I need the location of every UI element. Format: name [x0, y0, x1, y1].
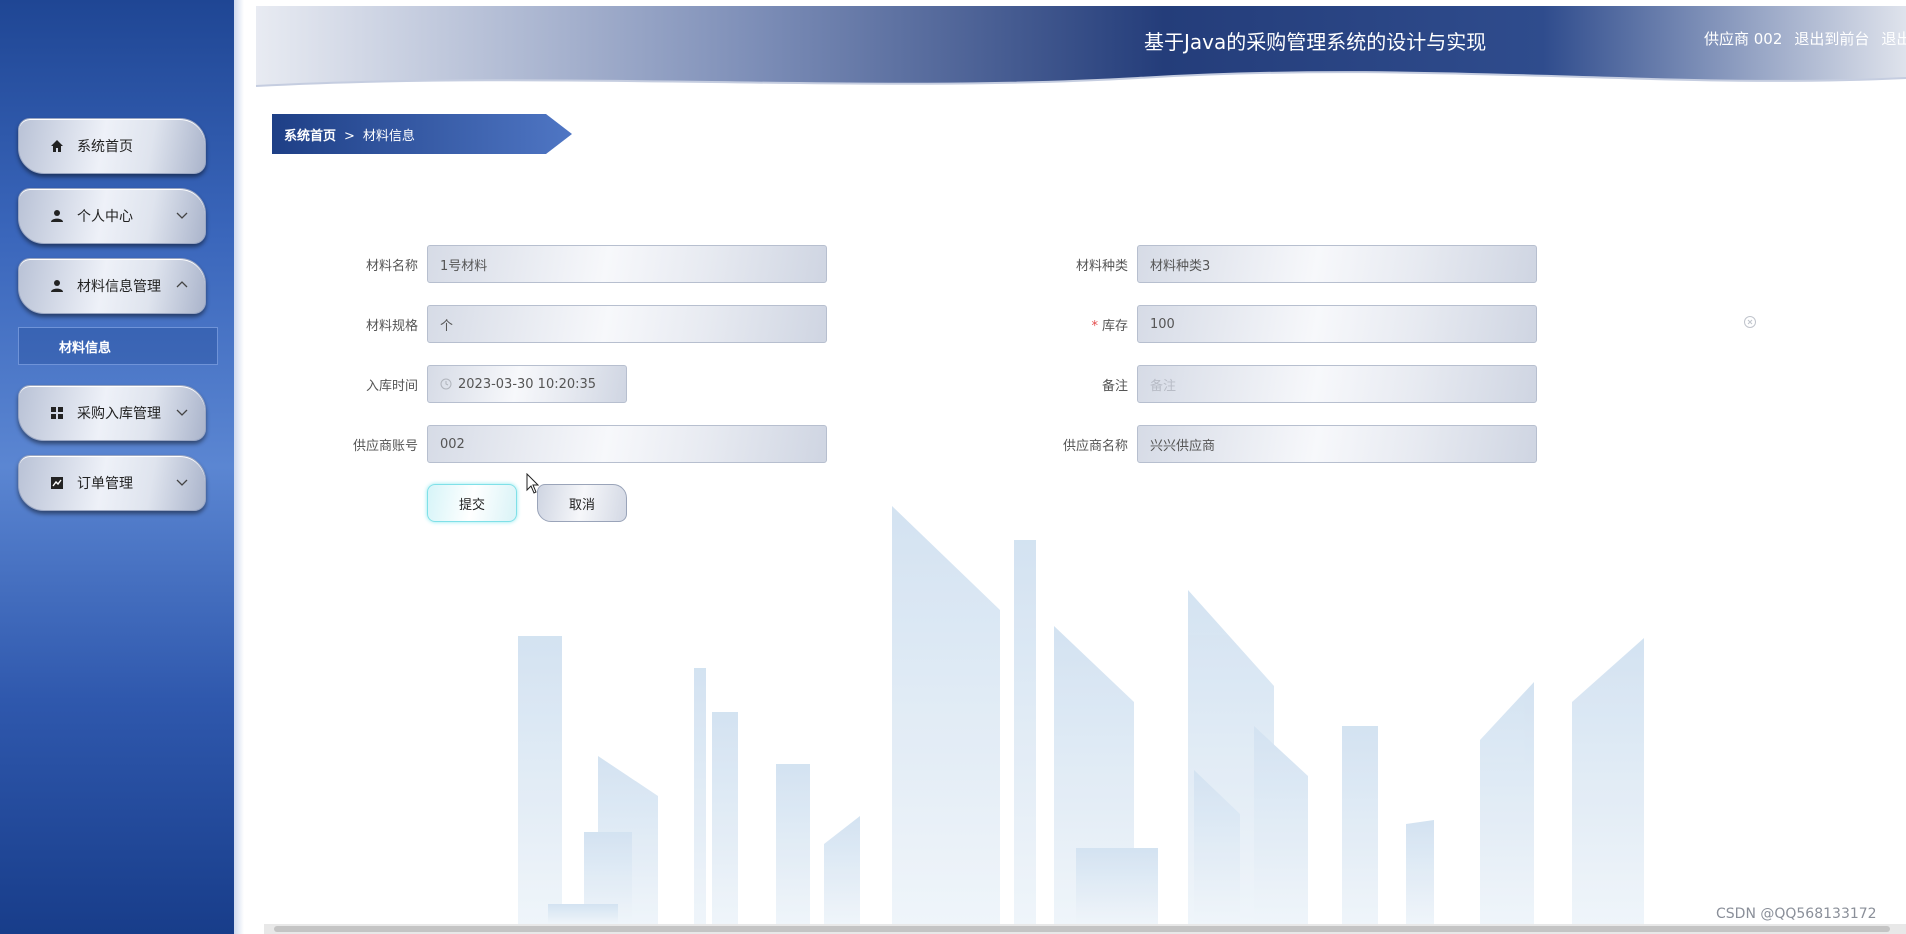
- remark-label: 备注: [1101, 379, 1128, 394]
- material-type-label: 材料种类: [1075, 259, 1128, 274]
- supplier-account-label: 供应商账号: [352, 439, 418, 454]
- required-mark: *: [1091, 319, 1098, 334]
- spec-input[interactable]: 个: [427, 305, 827, 343]
- clock-icon: [440, 378, 452, 390]
- skyline-background-illustration: [518, 506, 1644, 924]
- user-icon: [49, 278, 65, 294]
- sidebar-item-label: 系统首页: [77, 139, 133, 155]
- app-title: 基于Java的采购管理系统的设计与实现: [1144, 30, 1487, 54]
- remark-input[interactable]: 备注: [1137, 365, 1537, 403]
- sidebar: 系统首页 个人中心 材料信息管理 材料信息 采购入库管理 订单管理: [0, 0, 244, 934]
- stock-label-text: 库存: [1101, 319, 1128, 334]
- spec-label: 材料规格: [365, 319, 418, 334]
- material-name-label: 材料名称: [365, 259, 418, 274]
- sidebar-item-label: 个人中心: [77, 209, 133, 225]
- sidebar-item-label: 材料信息管理: [77, 279, 161, 295]
- supplier-name-label: 供应商名称: [1062, 439, 1128, 454]
- chevron-down-icon: [176, 212, 188, 219]
- home-icon: [49, 138, 65, 154]
- sidebar-item-label: 采购入库管理: [77, 406, 161, 422]
- chevron-up-icon: [176, 281, 188, 288]
- watermark-text: CSDN @QQ568133172: [1716, 906, 1877, 922]
- breadcrumb-home[interactable]: 系统首页: [284, 129, 336, 144]
- horizontal-scrollbar[interactable]: [264, 924, 1906, 934]
- breadcrumb-separator: >: [344, 129, 355, 144]
- material-name-input[interactable]: 1号材料: [427, 245, 827, 283]
- sidebar-item-label: 订单管理: [77, 476, 133, 492]
- chevron-down-icon: [176, 479, 188, 486]
- scrollbar-thumb[interactable]: [274, 926, 1890, 932]
- logout-link[interactable]: 退出登录: [1881, 28, 1906, 49]
- sidebar-item-purchase-storage[interactable]: 采购入库管理: [18, 385, 206, 441]
- storage-time-label: 入库时间: [365, 379, 418, 394]
- storage-time-value: 2023-03-30 10:20:35: [458, 376, 597, 392]
- current-user-label: 供应商 002: [1704, 30, 1783, 48]
- stock-input[interactable]: 100: [1137, 305, 1537, 343]
- sidebar-subitem-label: 材料信息: [59, 340, 112, 356]
- cancel-button[interactable]: 取消: [537, 484, 627, 522]
- sidebar-item-material-management[interactable]: 材料信息管理: [18, 258, 206, 314]
- back-to-front-link[interactable]: 退出到前台: [1794, 28, 1869, 49]
- submit-button[interactable]: 提交: [427, 484, 517, 522]
- grid-icon: [49, 405, 65, 421]
- breadcrumb: 系统首页 > 材料信息: [272, 114, 572, 154]
- sidebar-item-orders[interactable]: 订单管理: [18, 455, 206, 511]
- sidebar-subitem-material-info[interactable]: 材料信息: [18, 327, 218, 365]
- stock-label: * 库存: [1008, 315, 1128, 334]
- chart-icon: [49, 475, 65, 491]
- sidebar-item-personal-center[interactable]: 个人中心: [18, 188, 206, 244]
- header-wave-background: [255, 6, 1906, 87]
- mouse-cursor-icon: [526, 473, 540, 494]
- sidebar-item-home[interactable]: 系统首页: [18, 118, 206, 174]
- clear-circle-icon[interactable]: [1743, 315, 1757, 329]
- header-user-links: 供应商 002 退出到前台 退出登录: [1704, 28, 1906, 49]
- material-type-input[interactable]: 材料种类3: [1137, 245, 1537, 283]
- supplier-name-input[interactable]: 兴兴供应商: [1137, 425, 1537, 463]
- supplier-account-input[interactable]: 002: [427, 425, 827, 463]
- breadcrumb-current: 材料信息: [362, 129, 415, 144]
- chevron-down-icon: [176, 409, 188, 416]
- header-bar: 基于Java的采购管理系统的设计与实现 供应商 002 退出到前台 退出登录: [238, 0, 1906, 90]
- user-icon: [49, 208, 65, 224]
- storage-time-picker[interactable]: 2023-03-30 10:20:35: [427, 365, 627, 403]
